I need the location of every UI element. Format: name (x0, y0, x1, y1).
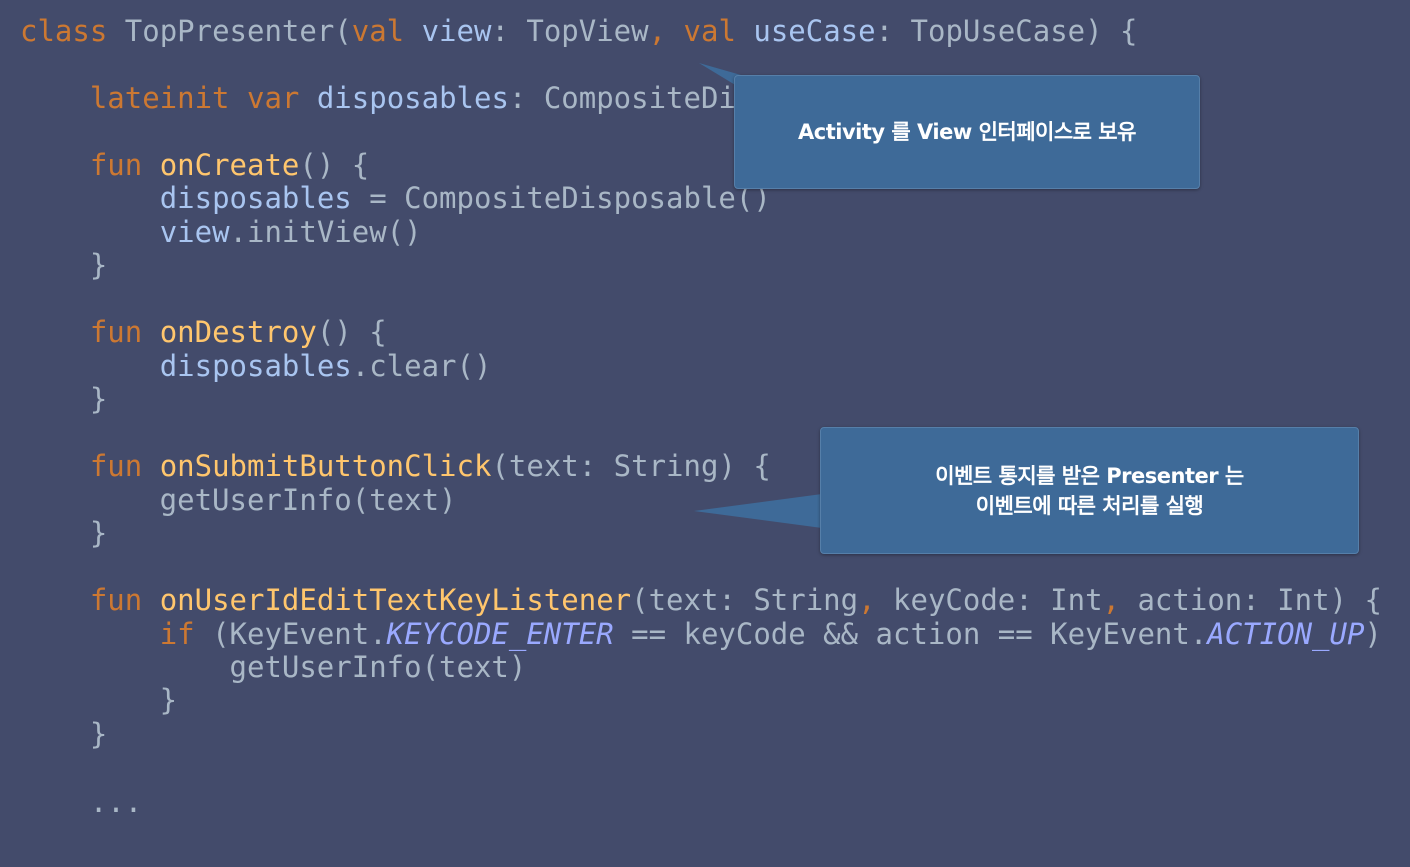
code-line-close-brace: } (20, 248, 108, 282)
code-text: : TopView (491, 14, 649, 48)
code-line-close-brace: } (20, 717, 108, 751)
code-line-initview: view.initView() (20, 215, 422, 249)
property-name: view (404, 14, 492, 48)
code-line-disposables-assign: disposables = CompositeDisposable() (20, 181, 771, 215)
annotation-callout-view-interface: Activity 를 View 인터페이스로 보유 (734, 75, 1200, 189)
keyword: fun (89, 315, 143, 349)
keyword: fun (89, 583, 143, 617)
constant-name: KEYCODE_ENTER (386, 617, 614, 651)
code-text: = CompositeDisposable() (351, 181, 771, 215)
code-line-fun-onsubmitbuttonclick: fun onSubmitButtonClick(text: String) { (20, 449, 771, 483)
property-name: view (159, 215, 230, 249)
code-text: TopPresenter( (107, 14, 352, 48)
keyword: lateinit (89, 81, 230, 115)
property-name: disposables (159, 349, 352, 383)
code-line-fun-oncreate: fun onCreate() { (20, 148, 369, 182)
property-name: disposables (299, 81, 509, 115)
code-text: () { (299, 148, 370, 182)
property-name: useCase (735, 14, 876, 48)
code-line-getuserinfo: getUserInfo(text) (20, 650, 527, 684)
callout-text: 이벤트에 따른 처리를 실행 (975, 493, 1204, 518)
callout-text: Activity 를 View 인터페이스로 보유 (798, 120, 1136, 144)
keyword: fun (89, 449, 143, 483)
code-text: keyCode: Int (875, 583, 1103, 617)
constant-name: ACTION_UP (1207, 617, 1365, 651)
code-line-class-declaration: class TopPresenter(val view: TopView, va… (20, 14, 1138, 48)
annotation-callout-presenter-event: 이벤트 통지를 받은 Presenter 는 이벤트에 따른 처리를 실행 (820, 427, 1359, 554)
code-text: () { (316, 315, 387, 349)
code-line-close-brace: } (20, 516, 108, 550)
code-text: (text: String) { (491, 449, 771, 483)
keyword: if (159, 617, 195, 651)
punctuation: , (858, 583, 876, 617)
property-name: disposables (159, 181, 352, 215)
code-line-disposables-clear: disposables.clear() (20, 349, 492, 383)
code-text: ) (1364, 617, 1382, 651)
code-text: .initView() (229, 215, 422, 249)
code-text: == keyCode && action == KeyEvent. (613, 617, 1208, 651)
code-text: : CompositeDi (508, 81, 736, 115)
code-line-fun-onuseridedittextkeylistener: fun onUserIdEditTextKeyListener(text: St… (20, 583, 1382, 617)
keyword: fun (89, 148, 143, 182)
keyword: val (351, 14, 405, 48)
callout-text: 이벤트 통지를 받은 Presenter 는 (935, 463, 1244, 488)
code-text: : TopUseCase) { (875, 14, 1138, 48)
code-line-close-brace: } (20, 683, 178, 717)
keyword: val (683, 14, 736, 48)
code-text: .clear() (351, 349, 492, 383)
punctuation: , (1102, 583, 1121, 617)
code-text: (KeyEvent. (194, 617, 387, 651)
keyword: var (247, 81, 300, 115)
code-line-if-keyevent: if (KeyEvent.KEYCODE_ENTER == keyCode &&… (20, 617, 1382, 651)
function-name: onUserIdEditTextKeyListener (159, 583, 632, 617)
code-text: action: Int) { (1120, 583, 1382, 617)
keyword: class (20, 14, 108, 48)
code-line-getuserinfo: getUserInfo(text) (20, 483, 457, 517)
code-line-close-brace: } (20, 382, 108, 416)
code-text: (text: String (631, 583, 859, 617)
function-name: onSubmitButtonClick (159, 449, 492, 483)
punctuation: , (648, 14, 667, 48)
code-line-fun-ondestroy: fun onDestroy() { (20, 315, 387, 349)
code-line-lateinit: lateinit var disposables: CompositeDi (20, 81, 736, 115)
code-line-ellipsis: ... (20, 785, 143, 819)
function-name: onCreate (159, 148, 300, 182)
function-name: onDestroy (159, 315, 317, 349)
